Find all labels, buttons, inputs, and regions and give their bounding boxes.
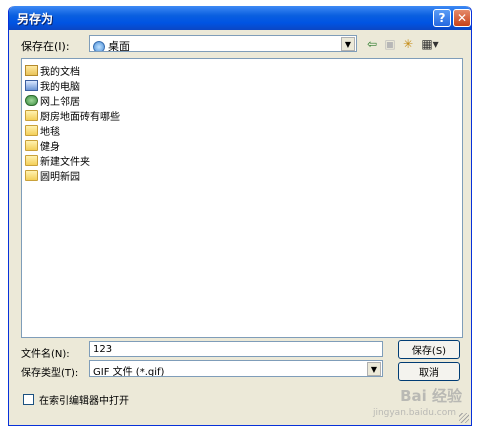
file-name: 地毯 [40,126,60,138]
back-icon[interactable]: ⇦ [365,36,379,52]
resize-grip[interactable] [459,413,469,423]
file-name: 我的文档 [40,66,80,78]
save-button[interactable]: 保存(S) [398,340,460,359]
list-item[interactable]: 圆明新园 [25,168,80,183]
views-menu-icon[interactable]: ▦▾ [419,36,441,52]
filetype-label: 保存类型(T): [21,368,79,379]
close-button[interactable]: ✕ [453,9,471,27]
file-name: 健身 [40,141,60,153]
up-folder-icon[interactable]: ▣ [383,36,397,52]
save-in-dropdown[interactable]: 桌面 ▼ [89,35,357,52]
filename-label: 文件名(N): [21,349,70,360]
file-name: 新建文件夹 [40,156,90,168]
file-name: 厨房地面砖有哪些 [40,111,120,123]
my-computer-icon [25,79,38,91]
folder-icon [25,154,38,166]
title-bar: 另存为 ? ✕ [9,6,471,30]
file-list[interactable]: 我的文档 我的电脑 网上邻居 厨房地面砖有哪些 地毯 健身 新建文件夹 圆明新园 [21,58,463,338]
filetype-dropdown[interactable]: GIF 文件 (*.gif) ▼ [89,360,383,377]
list-item[interactable]: 厨房地面砖有哪些 [25,108,120,123]
cancel-button[interactable]: 取消 [398,362,460,381]
open-in-index-label: 在索引编辑器中打开 [39,396,129,407]
filename-input[interactable]: 123 [89,341,383,357]
new-folder-icon[interactable]: ✳ [401,36,415,52]
save-in-label: 保存在(I): [21,40,70,53]
chevron-down-icon[interactable]: ▼ [367,362,381,376]
dialog-title: 另存为 [17,12,54,26]
folder-icon [25,124,38,136]
desktop-icon [93,41,105,51]
watermark-logo: Bai 经验 [400,387,462,405]
documents-folder-icon [25,64,38,76]
watermark-url: jingyan.baidu.com [372,408,456,418]
file-name: 我的电脑 [40,81,80,93]
save-as-dialog: 另存为 ? ✕ 保存在(I): 桌面 ▼ ⇦ ▣ ✳ ▦▾ 我的文档 我的电脑 … [8,6,472,426]
list-item[interactable]: 新建文件夹 [25,153,90,168]
save-in-value: 桌面 [108,40,130,52]
folder-icon [25,169,38,181]
list-item[interactable]: 网上邻居 [25,93,80,108]
help-button[interactable]: ? [433,9,451,27]
chevron-down-icon[interactable]: ▼ [341,37,355,51]
folder-icon [25,139,38,151]
list-item[interactable]: 健身 [25,138,60,153]
list-item[interactable]: 地毯 [25,123,60,138]
file-name: 网上邻居 [40,96,80,108]
list-item[interactable]: 我的文档 [25,63,80,78]
list-item[interactable]: 我的电脑 [25,78,80,93]
file-name: 圆明新园 [40,171,80,183]
folder-icon [25,109,38,121]
filetype-value: GIF 文件 (*.gif) [93,367,165,377]
open-in-index-checkbox[interactable] [23,394,34,405]
network-icon [25,94,38,106]
